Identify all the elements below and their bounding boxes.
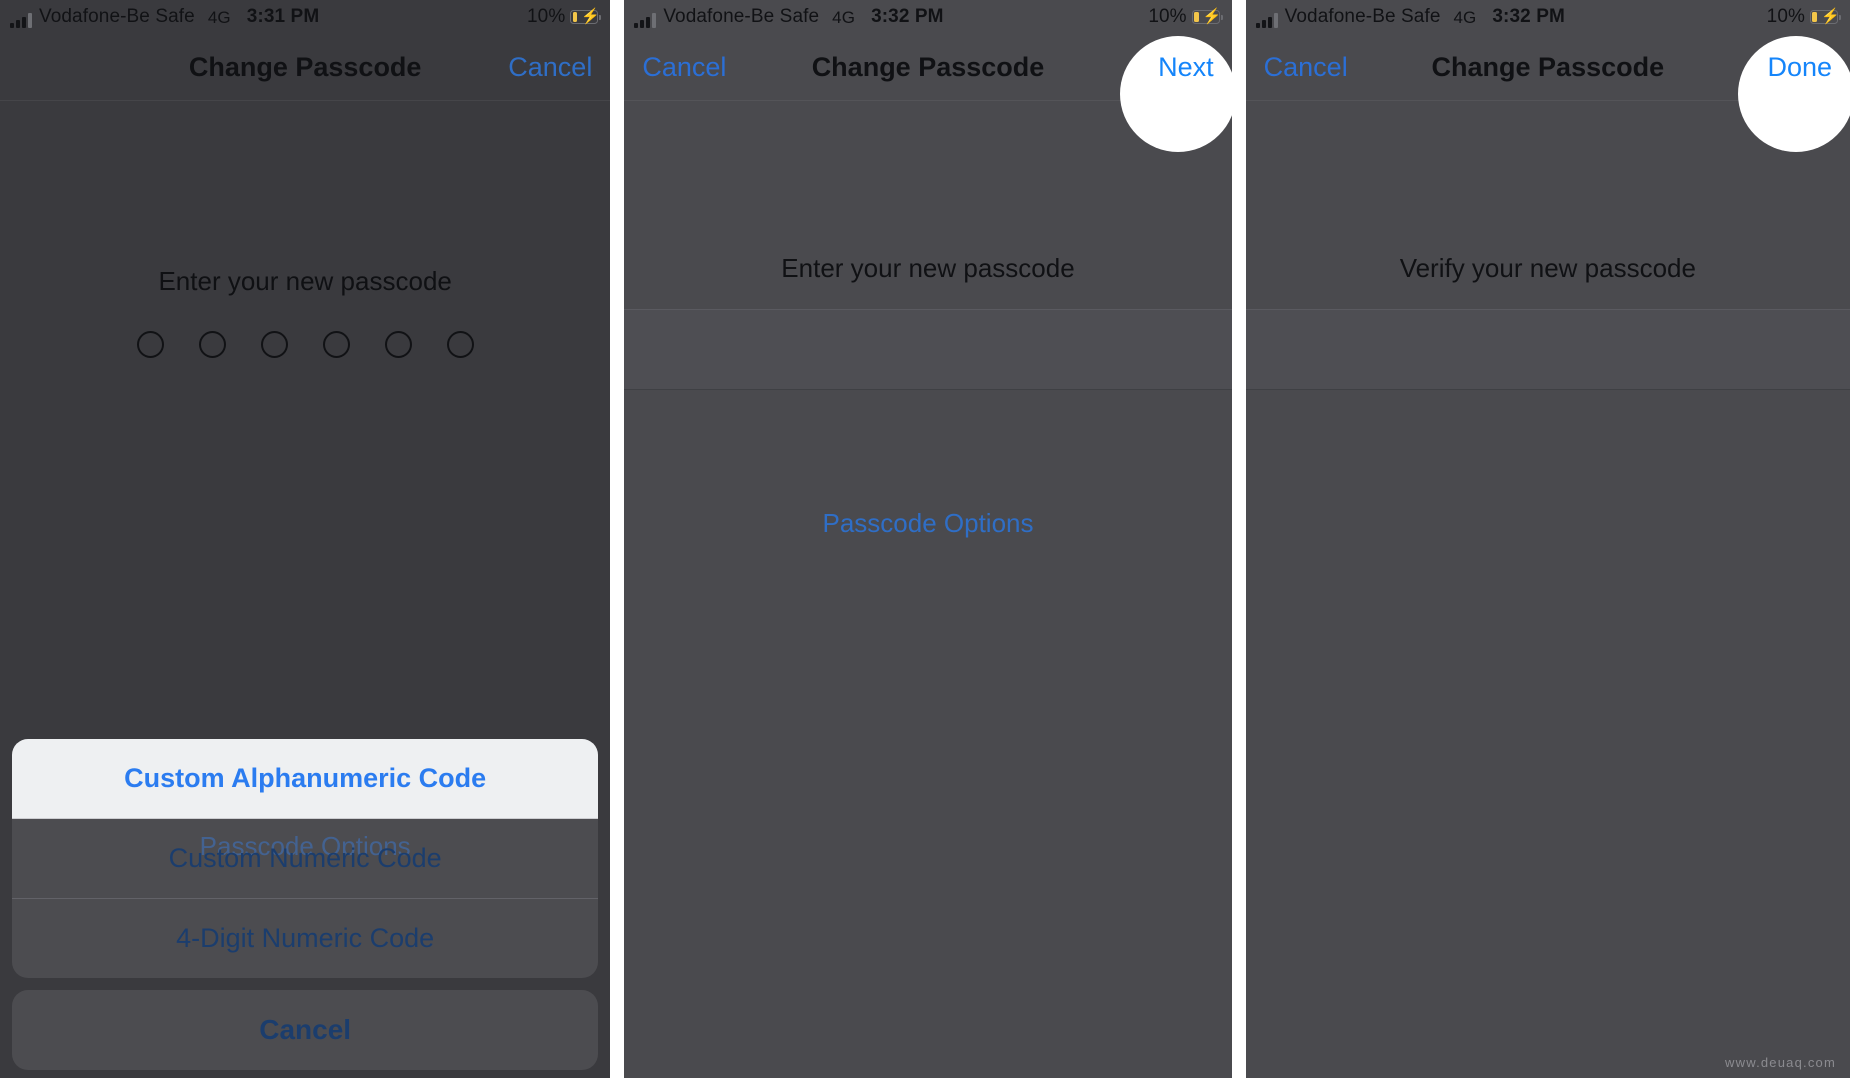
- network-type-label: 4G: [1453, 8, 1477, 27]
- cancel-button[interactable]: Cancel: [508, 52, 592, 83]
- status-bar-right: 10% ⚡: [1766, 6, 1841, 28]
- action-sheet-item-custom-numeric-code[interactable]: Custom Numeric Code: [12, 819, 599, 899]
- phone-screen-1: Vodafone-Be Safe 4G 3:31 PM 10% ⚡ Change…: [0, 0, 611, 1078]
- action-sheet-item-custom-alphanumeric-code[interactable]: Custom Alphanumeric Code: [12, 739, 599, 819]
- passcode-dot: [136, 331, 164, 358]
- clock-label: 3:31 PM: [246, 6, 320, 27]
- passcode-options-link[interactable]: Passcode Options: [624, 508, 1231, 539]
- panel-divider: [610, 0, 625, 1078]
- carrier-label: Vodafone-Be Safe: [663, 6, 820, 27]
- panel-divider: [1231, 0, 1246, 1078]
- status-bar-left: Vodafone-Be Safe 4G 3:31 PM: [10, 6, 319, 28]
- passcode-input[interactable]: [1245, 309, 1850, 390]
- status-bar: Vodafone-Be Safe 4G 3:32 PM 10% ⚡: [1246, 0, 1850, 34]
- passcode-dot: [446, 331, 474, 358]
- cancel-button[interactable]: Cancel: [1264, 52, 1348, 83]
- passcode-dots: [0, 331, 610, 358]
- carrier-label: Vodafone-Be Safe: [39, 6, 195, 27]
- passcode-dot: [260, 331, 288, 358]
- watermark: www.deuaq.com: [1725, 1055, 1836, 1070]
- screen-content: Enter your new passcode Passcode Options: [0, 266, 610, 861]
- battery-percent-label: 10%: [1148, 6, 1187, 27]
- screen-content: Enter your new passcode Passcode Options: [624, 253, 1232, 539]
- passcode-prompt: Verify your new passcode: [1399, 253, 1696, 283]
- signal-bars-icon: [1255, 13, 1278, 28]
- action-sheet-group: Custom Alphanumeric Code Custom Numeric …: [12, 739, 599, 978]
- done-button[interactable]: Done: [1767, 52, 1832, 83]
- signal-bars-icon: [634, 13, 657, 28]
- passcode-input[interactable]: [624, 309, 1232, 390]
- lightning-bolt-icon: ⚡: [1202, 8, 1222, 25]
- passcode-prompt: Enter your new passcode: [158, 266, 452, 296]
- passcode-options-action-sheet: Custom Alphanumeric Code Custom Numeric …: [12, 739, 599, 1070]
- nav-bar: Cancel Change Passcode Next: [624, 34, 1232, 152]
- status-bar: Vodafone-Be Safe 4G 3:32 PM 10% ⚡: [624, 0, 1231, 34]
- nav-bar: Cancel Change Passcode Done: [1245, 34, 1850, 152]
- phone-screen-2: Vodafone-Be Safe 4G 3:32 PM 10% ⚡ Cancel…: [624, 0, 1232, 1078]
- network-type-label: 4G: [832, 8, 856, 27]
- screen-content: Verify your new passcode: [1245, 253, 1850, 390]
- network-type-label: 4G: [207, 8, 231, 27]
- status-bar-right: 10% ⚡: [527, 6, 602, 28]
- passcode-prompt: Enter your new passcode: [781, 253, 1075, 283]
- status-bar-right: 10% ⚡: [1148, 6, 1223, 28]
- next-button[interactable]: Next: [1158, 52, 1214, 83]
- screenshot-stage: Vodafone-Be Safe 4G 3:31 PM 10% ⚡ Change…: [0, 0, 1850, 1078]
- action-sheet-item-4-digit-numeric-code[interactable]: 4-Digit Numeric Code: [12, 899, 598, 978]
- nav-bar: Change Passcode Cancel: [0, 34, 611, 101]
- battery-charging-icon: ⚡: [1810, 8, 1841, 25]
- clock-label: 3:32 PM: [871, 6, 944, 27]
- cancel-button[interactable]: Cancel: [642, 52, 726, 83]
- lightning-bolt-icon: ⚡: [1821, 8, 1840, 25]
- battery-charging-icon: ⚡: [1191, 8, 1223, 25]
- carrier-label: Vodafone-Be Safe: [1284, 6, 1441, 27]
- battery-percent-label: 10%: [1766, 6, 1805, 27]
- passcode-dot: [322, 331, 350, 358]
- phone-screen-3: Vodafone-Be Safe 4G 3:32 PM 10% ⚡ Cancel…: [1245, 0, 1850, 1078]
- lightning-bolt-icon: ⚡: [581, 8, 601, 25]
- passcode-dot: [384, 331, 412, 358]
- status-bar-left: Vodafone-Be Safe 4G 3:32 PM: [1255, 6, 1565, 28]
- signal-bars-icon: [10, 13, 32, 28]
- passcode-dot: [198, 331, 226, 358]
- clock-label: 3:32 PM: [1492, 6, 1565, 27]
- status-bar-left: Vodafone-Be Safe 4G 3:32 PM: [634, 6, 943, 28]
- status-bar: Vodafone-Be Safe 4G 3:31 PM 10% ⚡: [0, 0, 610, 34]
- battery-percent-label: 10%: [527, 6, 566, 27]
- battery-charging-icon: ⚡: [570, 8, 602, 25]
- action-sheet-cancel-button[interactable]: Cancel: [12, 990, 599, 1070]
